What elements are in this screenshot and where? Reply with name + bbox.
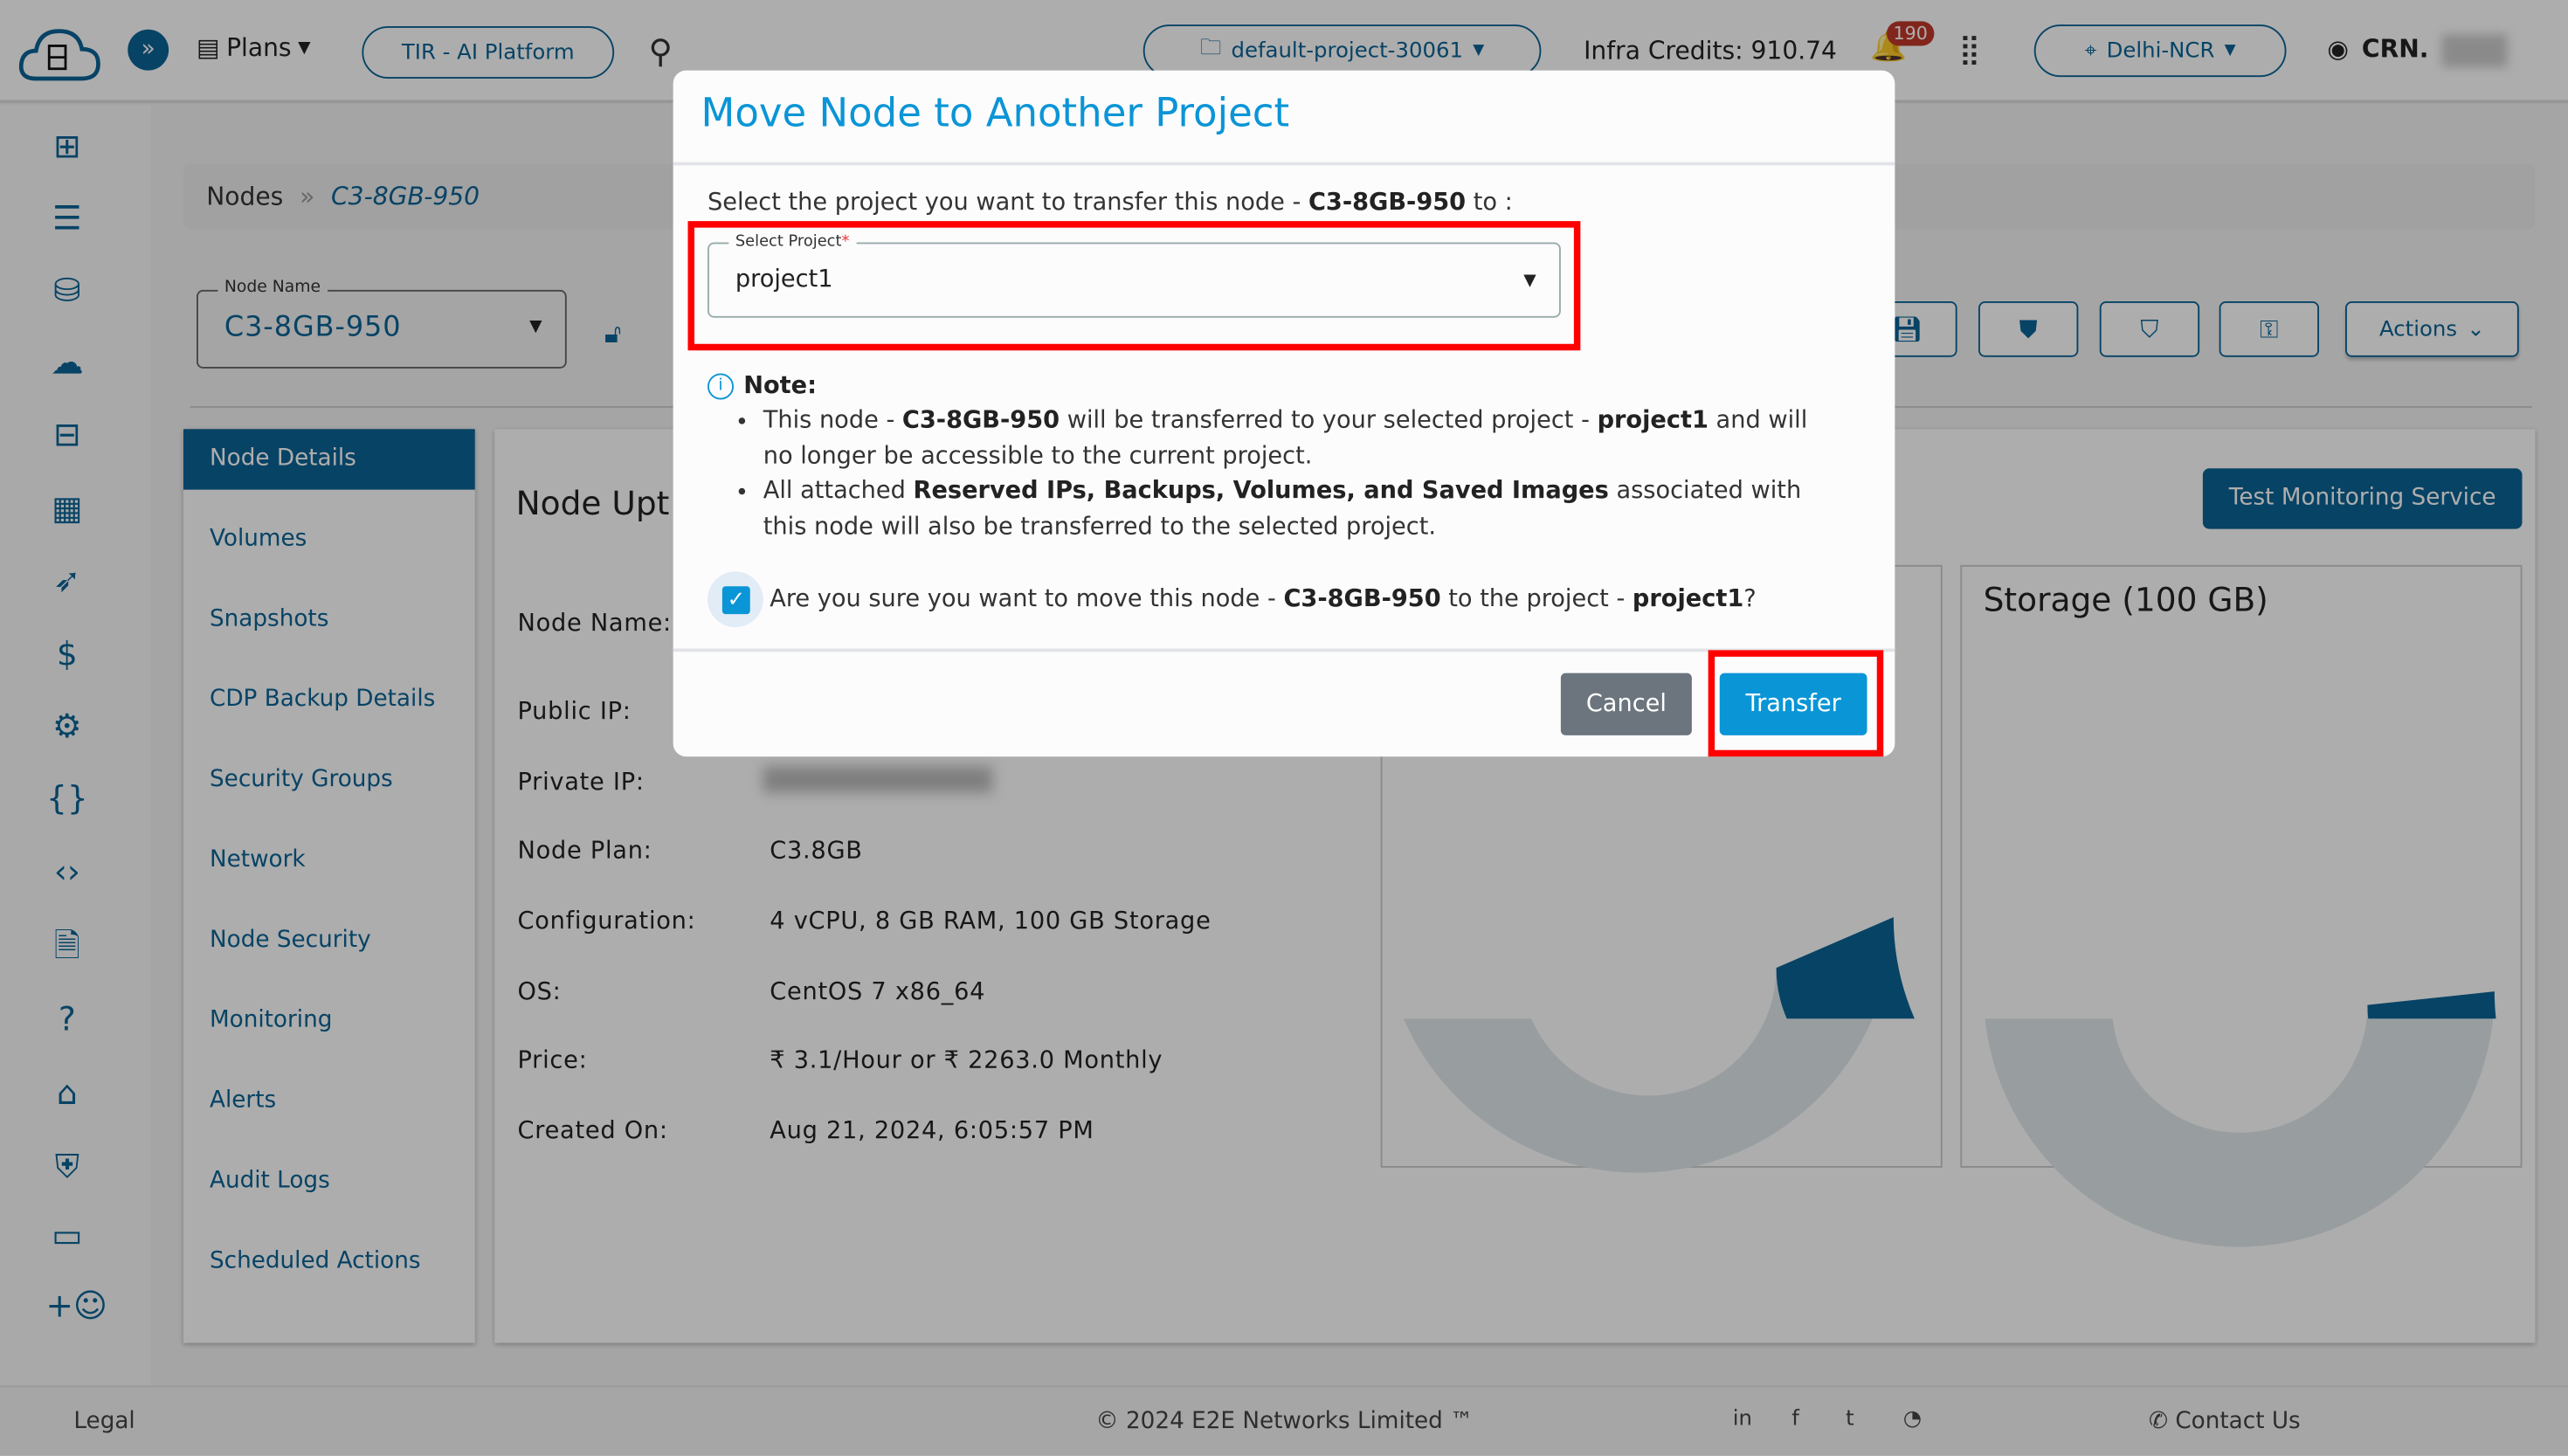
note-list: This node - C3-8GB-950 will be transferr… — [763, 404, 1845, 545]
cancel-button[interactable]: Cancel — [1560, 673, 1692, 735]
note-heading: i Note: — [708, 373, 817, 400]
divider — [673, 162, 1895, 166]
confirm-label: Are you sure you want to move this node … — [770, 586, 1757, 613]
note-item: This node - C3-8GB-950 will be transferr… — [763, 404, 1845, 475]
note-item: All attached Reserved IPs, Backups, Volu… — [763, 475, 1845, 546]
checkmark-icon: ✓ — [721, 586, 750, 615]
confirm-checkbox[interactable]: ✓ — [708, 571, 763, 628]
highlight-transfer-button — [1708, 650, 1884, 757]
dialog-title: Move Node to Another Project — [701, 90, 1290, 136]
dialog-intro: Select the project you want to transfer … — [708, 190, 1513, 217]
info-icon: i — [708, 373, 734, 400]
highlight-select-project — [687, 221, 1581, 351]
